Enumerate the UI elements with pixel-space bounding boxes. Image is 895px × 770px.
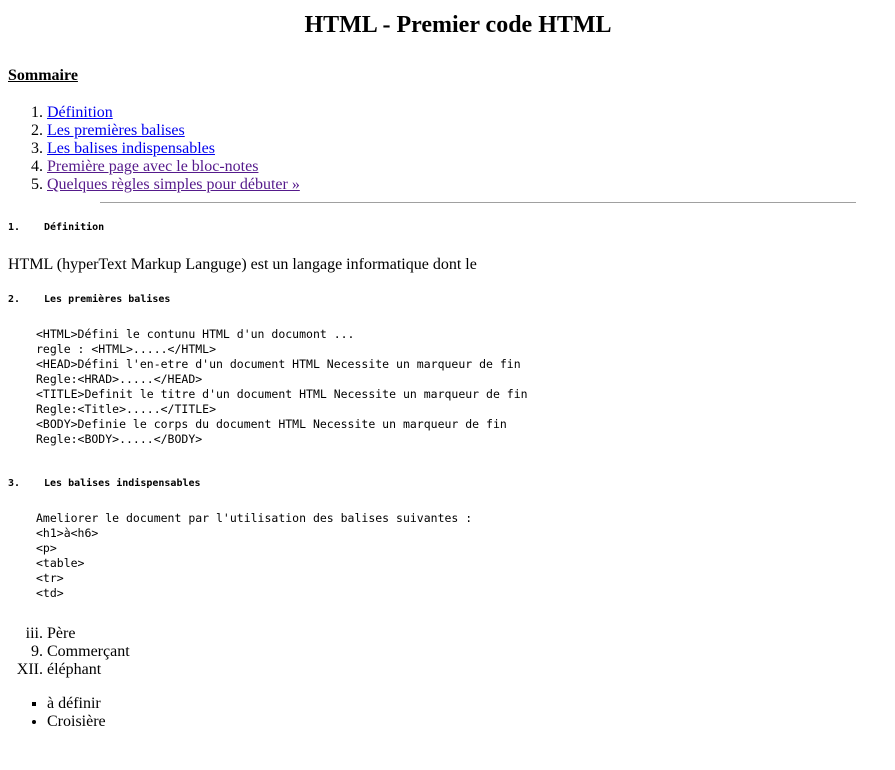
code-block-premieres-balises: <HTML>Défini le contunu HTML d'un documo… <box>36 327 878 447</box>
code-block-balises-indispensables: Ameliorer le document par l'utilisation … <box>36 511 878 601</box>
section-number: 3. <box>8 478 21 489</box>
toc-link-premieres-balises[interactable]: Les premières balises <box>47 122 185 139</box>
section-title: Les balises indispensables <box>44 478 201 489</box>
section-number: 1. <box>8 222 21 233</box>
code-line: <p> <box>36 541 57 555</box>
toc-item-balises-indispensables: Les balises indispensables <box>47 140 878 158</box>
document-page: HTML - Premier code HTML Sommaire Défini… <box>8 0 878 731</box>
toc-link-regles-simples[interactable]: Quelques règles simples pour débuter » <box>47 176 300 193</box>
section-number: 2. <box>8 294 21 305</box>
code-line: <TITLE>Definit le titre d'un document HT… <box>36 387 528 401</box>
code-line: <table> <box>36 556 85 570</box>
toc-link-definition[interactable]: Définition <box>47 104 113 121</box>
definition-paragraph: HTML (hyperText Markup Languge) est un l… <box>8 256 477 273</box>
list-item: éléphant <box>47 661 878 679</box>
code-line: <tr> <box>36 571 64 585</box>
list-item: à définir <box>47 695 878 713</box>
section-heading-definition: 1. Définition <box>8 221 878 235</box>
table-of-contents: Définition Les premières balises Les bal… <box>8 104 878 194</box>
list-item: Croisière <box>47 713 878 731</box>
list-item: Père <box>47 625 878 643</box>
toc-item-definition: Définition <box>47 104 878 122</box>
code-line: Regle:<HRAD>.....</HEAD> <box>36 372 203 386</box>
code-line: Regle:<BODY>.....</BODY> <box>36 432 203 446</box>
summary-heading: Sommaire <box>8 67 78 84</box>
toc-item-regles-simples: Quelques règles simples pour débuter » <box>47 176 878 194</box>
section-title: Les premières balises <box>44 294 171 305</box>
code-line: <HEAD>Défini l'en-etre d'un document HTM… <box>36 357 521 371</box>
code-line: <td> <box>36 586 64 600</box>
section-heading-balises-indispensables: 3. Les balises indispensables <box>8 477 878 491</box>
code-line: Regle:<Title>.....</TITLE> <box>36 402 217 416</box>
code-line: <BODY>Definie le corps du document HTML … <box>36 417 507 431</box>
code-line: <h1>à<h6> <box>36 526 99 540</box>
horizontal-rule <box>100 202 856 203</box>
code-line: regle : <HTML>.....</HTML> <box>36 342 217 356</box>
section-heading-premieres-balises: 2. Les premières balises <box>8 293 878 307</box>
toc-item-premieres-balises: Les premières balises <box>47 122 878 140</box>
list-item: Commerçant <box>47 643 878 661</box>
toc-link-premiere-page[interactable]: Première page avec le bloc-notes <box>47 158 258 175</box>
mixed-ordered-list: Père Commerçant éléphant <box>8 625 878 679</box>
toc-link-balises-indispensables[interactable]: Les balises indispensables <box>47 140 215 157</box>
section-title: Définition <box>44 222 105 233</box>
code-line: Ameliorer le document par l'utilisation … <box>36 511 473 525</box>
page-title: HTML - Premier code HTML <box>304 12 612 38</box>
bullet-list: à définir Croisière <box>8 695 878 731</box>
code-line: <HTML>Défini le contunu HTML d'un documo… <box>36 327 355 341</box>
toc-item-premiere-page: Première page avec le bloc-notes <box>47 158 878 176</box>
